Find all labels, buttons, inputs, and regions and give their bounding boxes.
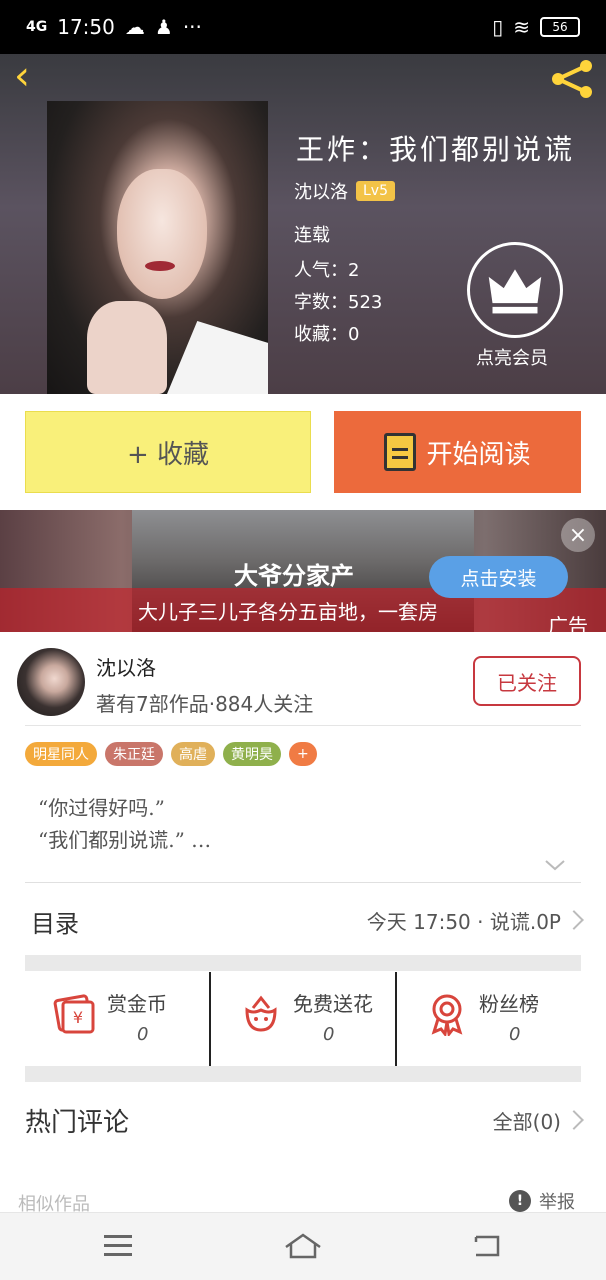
flower-icon xyxy=(245,995,277,1032)
book-author-line: 沈以洛 Lv5 xyxy=(294,178,395,204)
synopsis[interactable]: “你过得好吗.” “我们都别说谎.” … xyxy=(38,792,211,856)
hot-comments-title: 热门评论 xyxy=(25,1108,130,1138)
book-details: 沈以洛 著有7部作品·884人关注 已关注 明星同人 朱正廷 高虐 黄明昊 + … xyxy=(0,632,606,1215)
book-header: ‹ 王炸：我们都别说谎 沈以洛 Lv5 连载 人气：2 字数：523 收藏：0 … xyxy=(0,54,606,394)
svg-text:¥: ¥ xyxy=(73,1008,83,1027)
fan-ranking-action[interactable]: 粉丝榜 0 xyxy=(395,972,581,1066)
support-actions: ¥ 赏金币 0 免费送花 0 粉丝榜 0 xyxy=(25,972,581,1066)
synopsis-line: “我们都别说谎.” … xyxy=(38,828,212,852)
book-word-count: 字数：523 xyxy=(294,292,383,313)
hot-comments-row[interactable]: 热门评论 全部(0) xyxy=(25,1082,584,1152)
tag-list: 明星同人 朱正廷 高虐 黄明昊 + xyxy=(25,742,317,766)
book-icon xyxy=(384,433,417,471)
tag[interactable]: 高虐 xyxy=(171,742,215,766)
toc-label: 目录 xyxy=(31,910,79,938)
battery-icon: 56 xyxy=(540,17,580,37)
tag[interactable]: 明星同人 xyxy=(25,742,97,766)
tag[interactable]: 黄明昊 xyxy=(223,742,281,766)
red-envelope-icon: ¥ xyxy=(53,994,95,1034)
avatar[interactable] xyxy=(17,648,85,716)
chevron-down-icon[interactable] xyxy=(544,854,566,876)
clock: 17:50 xyxy=(57,15,115,39)
book-collections: 收藏：0 xyxy=(294,324,360,345)
back-icon[interactable]: ‹ xyxy=(14,56,54,98)
close-icon[interactable]: × xyxy=(561,518,595,552)
book-title: 王炸：我们都别说谎 xyxy=(296,133,576,166)
ad-subtitle: 大儿子三儿子各分五亩地，一套房 xyxy=(138,600,438,624)
author-name[interactable]: 沈以洛 xyxy=(96,652,156,681)
ad-title: 大爷分家产 xyxy=(234,562,354,590)
vip-label[interactable]: 点亮会员 xyxy=(476,344,548,370)
system-nav-bar xyxy=(0,1212,606,1280)
back-nav-icon[interactable] xyxy=(472,1233,504,1259)
level-badge: Lv5 xyxy=(356,181,395,201)
collect-button[interactable]: + 收藏 xyxy=(25,411,311,493)
author-stats: 著有7部作品·884人关注 xyxy=(96,692,314,716)
action-buttons: + 收藏 开始阅读 xyxy=(0,394,606,510)
ad-label: 广告 xyxy=(548,614,588,632)
share-icon[interactable] xyxy=(548,58,596,100)
tag[interactable]: 朱正廷 xyxy=(105,742,163,766)
report-button[interactable]: ! 举报 xyxy=(509,1188,575,1214)
all-comments-link[interactable]: 全部(0) xyxy=(493,1106,561,1135)
synopsis-line: “你过得好吗.” xyxy=(38,796,165,820)
follow-button[interactable]: 已关注 xyxy=(473,656,581,706)
section-separator xyxy=(25,955,581,971)
chevron-right-icon xyxy=(564,910,584,930)
medal-icon xyxy=(431,994,463,1036)
crown-icon[interactable] xyxy=(467,242,563,338)
more-notifications: ··· xyxy=(182,15,202,39)
status-bar: 4G 17:50 ☁ ♟ ··· ▯ ≋ 56 xyxy=(0,0,606,54)
book-cover[interactable] xyxy=(47,101,268,394)
ad-banner[interactable]: 大爷分家产 大儿子三儿子各分五亩地，一套房 点击安装 × 广告 xyxy=(0,510,606,632)
divider xyxy=(25,725,581,726)
table-of-contents-row[interactable]: 目录 今天 17:50 · 说谎.0P xyxy=(25,882,584,958)
tip-coins-action[interactable]: ¥ 赏金币 0 xyxy=(25,972,209,1066)
section-separator xyxy=(25,1066,581,1082)
alert-icon: ! xyxy=(509,1190,531,1212)
latest-chapter: 今天 17:50 · 说谎.0P xyxy=(366,910,561,934)
start-reading-button[interactable]: 开始阅读 xyxy=(334,411,581,493)
add-tag-button[interactable]: + xyxy=(289,742,317,766)
book-status: 连载 xyxy=(294,225,330,246)
cloud-icon: ☁ xyxy=(124,15,145,39)
menu-icon[interactable] xyxy=(104,1235,132,1257)
wifi-icon: ≋ xyxy=(513,15,530,39)
report-label: 举报 xyxy=(539,1192,575,1213)
chevron-right-icon xyxy=(564,1110,584,1130)
book-author[interactable]: 沈以洛 xyxy=(294,178,348,204)
vibrate-icon: ▯ xyxy=(492,15,504,39)
ad-install-button[interactable]: 点击安装 xyxy=(429,556,568,598)
network-indicator: 4G xyxy=(26,19,48,35)
start-reading-label: 开始阅读 xyxy=(426,439,531,470)
qq-icon: ♟ xyxy=(154,15,173,39)
book-popularity: 人气：2 xyxy=(294,260,360,281)
send-flower-action[interactable]: 免费送花 0 xyxy=(209,972,395,1066)
home-icon[interactable] xyxy=(283,1231,323,1261)
